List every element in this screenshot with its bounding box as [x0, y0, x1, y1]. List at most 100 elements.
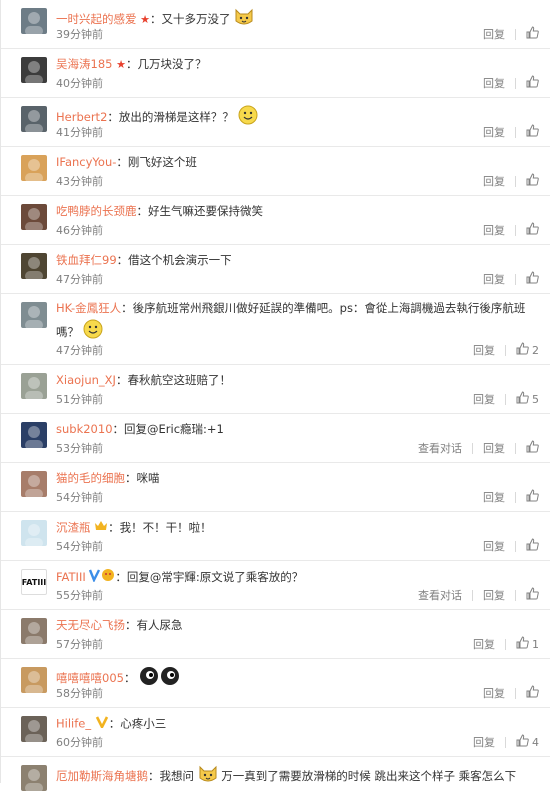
comment-text-line: 天无尽心飞扬：有人尿急 [56, 617, 539, 634]
like-button[interactable] [526, 538, 539, 554]
comment-actions: 回复 [483, 173, 539, 189]
thumbs-up-icon[interactable] [516, 342, 529, 358]
username-link[interactable]: HK-金鳳狂人 [56, 301, 121, 315]
avatar[interactable] [21, 471, 47, 497]
avatar[interactable] [21, 520, 47, 546]
reply-button[interactable]: 回复 [473, 734, 495, 750]
username-link[interactable]: 厄加勒斯海角塘鹅 [56, 769, 148, 783]
comment-item: Herbert2：放出的滑梯是这样？？ 41分钟前 回复 [1, 98, 550, 147]
avatar[interactable] [21, 716, 47, 742]
reply-button[interactable]: 回复 [483, 26, 505, 42]
comment-text-line: 铁血拜仁99：借这个机会演示一下 [56, 252, 539, 269]
thumbs-up-icon[interactable] [526, 75, 539, 91]
username-link[interactable]: 嘻嘻嘻嘻005 [56, 671, 124, 685]
timestamp: 58分钟前 [56, 687, 103, 700]
view-dialog-link[interactable]: 查看对话 [418, 440, 462, 456]
avatar[interactable] [21, 155, 47, 181]
like-button[interactable] [526, 173, 539, 189]
username-link[interactable]: IFancyYou- [56, 155, 116, 169]
reply-button[interactable]: 回复 [473, 342, 495, 358]
cat-face-emoji-icon [234, 7, 254, 32]
username-link[interactable]: 沉渣瓶 [56, 521, 91, 535]
username-link[interactable]: FATIII [56, 570, 86, 584]
divider [515, 28, 516, 40]
reply-button[interactable]: 回复 [483, 173, 505, 189]
avatar[interactable] [21, 422, 47, 448]
like-button[interactable]: 5 [516, 391, 539, 407]
avatar[interactable] [21, 106, 47, 132]
avatar[interactable] [21, 204, 47, 230]
like-button[interactable] [526, 75, 539, 91]
like-button[interactable] [526, 587, 539, 603]
avatar-logo[interactable]: FATIII [21, 569, 47, 595]
username-link[interactable]: 一时兴起的感爱 [56, 12, 137, 26]
comment-text-line: Herbert2：放出的滑梯是这样？？ [56, 105, 539, 130]
username-link[interactable]: Hilife_ [56, 717, 91, 731]
username-link[interactable]: 天无尽心飞扬 [56, 618, 125, 632]
like-button[interactable]: 1 [516, 636, 539, 652]
thumbs-up-icon[interactable] [526, 685, 539, 701]
reply-button[interactable]: 回复 [473, 391, 495, 407]
avatar[interactable] [21, 765, 47, 791]
timestamp: 57分钟前 [56, 638, 103, 651]
comment-text: ：咪喵 [125, 471, 160, 485]
like-button[interactable] [526, 222, 539, 238]
like-button[interactable] [526, 440, 539, 456]
reply-button[interactable]: 回复 [483, 685, 505, 701]
like-button[interactable] [526, 271, 539, 287]
comment-item: 一时兴起的感爱 ★：又十多万没了 39分钟前 回复 [1, 0, 550, 49]
reply-button[interactable]: 回复 [473, 636, 495, 652]
thumbs-up-icon[interactable] [516, 734, 529, 750]
reply-button[interactable]: 回复 [483, 489, 505, 505]
comment-text: ：春秋航空这班赔了！ [115, 373, 231, 387]
thumbs-up-icon[interactable] [526, 489, 539, 505]
thumbs-up-icon[interactable] [516, 391, 529, 407]
username-link[interactable]: 猫的毛的细胞 [56, 471, 125, 485]
avatar-label: FATIII [21, 577, 47, 587]
thumbs-up-icon[interactable] [526, 587, 539, 603]
username-link[interactable]: 吴海涛185 [56, 57, 112, 71]
like-button[interactable] [526, 124, 539, 140]
username-link[interactable]: Herbert2 [56, 110, 107, 124]
divider [515, 589, 516, 601]
avatar[interactable] [21, 618, 47, 644]
like-button[interactable]: 4 [516, 734, 539, 750]
reply-button[interactable]: 回复 [483, 222, 505, 238]
view-dialog-link[interactable]: 查看对话 [418, 587, 462, 603]
like-button[interactable] [526, 489, 539, 505]
thumbs-up-icon[interactable] [516, 636, 529, 652]
reply-button[interactable]: 回复 [483, 538, 505, 554]
divider [515, 77, 516, 89]
username-link[interactable]: 铁血拜仁99 [56, 253, 117, 267]
username-link[interactable]: Xiaojun_XJ [56, 373, 116, 387]
thumbs-up-icon[interactable] [526, 538, 539, 554]
avatar[interactable] [21, 57, 47, 83]
reply-button[interactable]: 回复 [483, 440, 505, 456]
reply-button[interactable]: 回复 [483, 75, 505, 91]
avatar[interactable] [21, 8, 47, 34]
reply-button[interactable]: 回复 [483, 271, 505, 287]
comment-actions: 回复 [483, 124, 539, 140]
like-button[interactable] [526, 26, 539, 42]
thumbs-up-icon[interactable] [526, 26, 539, 42]
thumbs-up-icon[interactable] [526, 222, 539, 238]
like-button[interactable] [526, 685, 539, 701]
comment-text-line: HK-金鳳狂人：後序航班常州飛銀川做好延誤的準備吧。ps：會從上海調機過去執行後… [56, 297, 539, 346]
avatar[interactable] [21, 667, 47, 693]
timestamp: 60分钟前 [56, 736, 103, 749]
reply-button[interactable]: 回复 [483, 124, 505, 140]
like-button[interactable]: 2 [516, 342, 539, 358]
username-link[interactable]: 吃鸭脖的长颈鹿 [56, 204, 137, 218]
timestamp: 55分钟前 [56, 589, 103, 602]
avatar[interactable] [21, 302, 47, 328]
username-link[interactable]: subk2010 [56, 422, 113, 436]
thumbs-up-icon[interactable] [526, 173, 539, 189]
reply-button[interactable]: 回复 [483, 587, 505, 603]
comment-item: HK-金鳳狂人：後序航班常州飛銀川做好延誤的準備吧。ps：會從上海調機過去執行後… [1, 294, 550, 365]
thumbs-up-icon[interactable] [526, 124, 539, 140]
thumbs-up-icon[interactable] [526, 271, 539, 287]
thumbs-up-icon[interactable] [526, 440, 539, 456]
avatar[interactable] [21, 253, 47, 279]
comment-text-line: 吃鸭脖的长颈鹿：好生气嘛还要保持微笑 [56, 203, 539, 220]
avatar[interactable] [21, 373, 47, 399]
